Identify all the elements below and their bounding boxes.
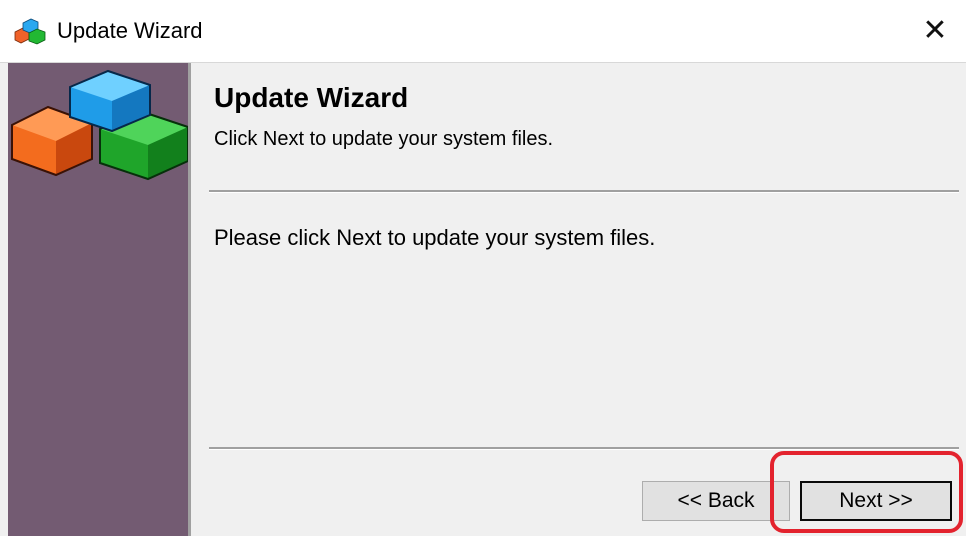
header-divider <box>209 190 959 193</box>
footer-divider <box>209 447 959 450</box>
next-button[interactable]: Next >> <box>800 481 952 521</box>
close-icon: ✕ <box>922 14 948 47</box>
update-wizard-window: Update Wizard ✕ Update Wizard Click Next… <box>0 0 966 536</box>
instruction-text: Please click Next to update your system … <box>214 225 656 250</box>
close-button[interactable]: ✕ <box>904 0 966 62</box>
page-title: Update Wizard <box>214 82 409 113</box>
title-bar[interactable]: Update Wizard ✕ <box>0 0 966 63</box>
colored-blocks-icon <box>11 69 189 181</box>
colored-blocks-icon <box>14 18 46 45</box>
back-button[interactable]: << Back <box>642 481 790 521</box>
wizard-sidebar <box>8 63 189 536</box>
window-title: Update Wizard <box>57 18 203 43</box>
page-subtitle: Click Next to update your system files. <box>214 128 554 150</box>
